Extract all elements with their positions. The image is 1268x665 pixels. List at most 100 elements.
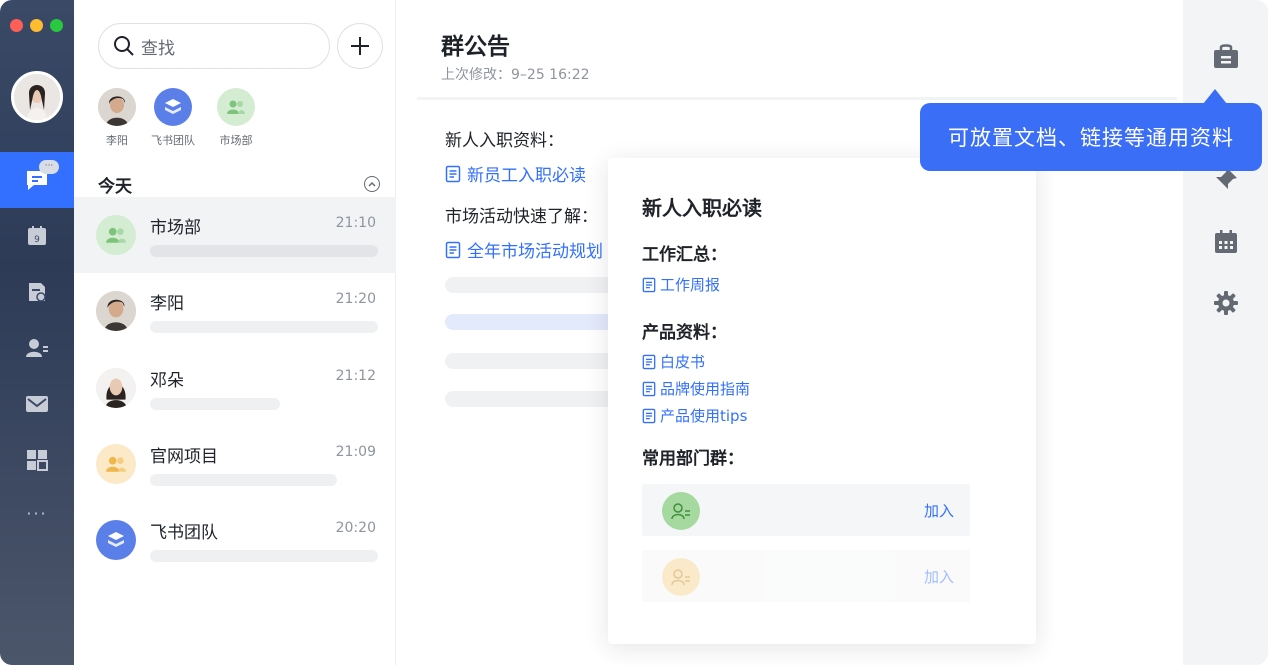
mail-icon	[26, 396, 48, 412]
svg-text:9: 9	[34, 235, 40, 245]
document-icon	[642, 381, 656, 396]
user-avatar[interactable]	[11, 71, 63, 123]
document-icon	[642, 408, 656, 423]
window-close-button[interactable]	[10, 19, 23, 32]
card-link[interactable]: 产品使用tips	[642, 405, 747, 426]
group-icon	[217, 88, 255, 126]
chat-row[interactable]: 市场部 21:10	[74, 197, 396, 273]
nav-chat[interactable]	[0, 152, 74, 208]
chat-time: 21:20	[335, 291, 376, 307]
apps-icon	[27, 450, 48, 471]
chat-row[interactable]: 邓朵 21:12	[74, 350, 396, 426]
plus-icon	[351, 37, 369, 55]
card-link[interactable]: 白皮书	[642, 351, 705, 372]
group-icon	[96, 215, 136, 255]
announcement-icon	[1214, 44, 1238, 68]
chat-title: 邓朵	[150, 371, 184, 391]
document-icon	[445, 241, 461, 258]
nav-mail[interactable]	[0, 376, 74, 432]
join-group-button[interactable]: 加入	[924, 500, 954, 521]
doc-preview-card: 新人入职必读 工作汇总： 工作周报 产品资料： 白皮书 品牌使用指南 产品使用t…	[608, 158, 1036, 644]
chat-title: 市场部	[150, 218, 201, 238]
group-icon	[662, 558, 700, 596]
pinned-contact-feishu-team[interactable]: 飞书团队	[143, 88, 203, 148]
calendar-icon: 9	[28, 226, 46, 245]
document-icon	[642, 277, 656, 292]
group-icon	[96, 444, 136, 484]
chat-time: 21:12	[335, 368, 376, 384]
nav-rail: ··· 9 ···	[0, 0, 74, 665]
section-title: 今天	[98, 177, 132, 197]
nav-contacts[interactable]	[0, 320, 74, 376]
page-title: 群公告	[441, 34, 510, 60]
doc-title: 新员工入职必读	[467, 166, 586, 186]
window-zoom-button[interactable]	[50, 19, 63, 32]
chat-title: 官网项目	[150, 447, 218, 467]
content-placeholder	[445, 391, 615, 407]
tooltip-arrow	[1203, 89, 1227, 104]
pinned-contact-marketing[interactable]: 市场部	[206, 88, 266, 148]
doc-link[interactable]: 全年市场活动规划	[445, 237, 603, 262]
message-preview-placeholder	[150, 398, 280, 410]
card-heading: 常用部门群：	[642, 449, 744, 469]
last-modified: 上次修改：9–25 16:22	[441, 67, 590, 83]
link-text: 品牌使用指南	[660, 380, 751, 398]
calendar-icon	[1215, 230, 1237, 253]
new-chat-button[interactable]	[337, 23, 383, 69]
docs-icon	[29, 283, 46, 302]
chat-title: 李阳	[150, 294, 184, 314]
collapse-section-button[interactable]	[364, 176, 380, 192]
join-group-button[interactable]: 加入	[924, 566, 954, 587]
card-title: 新人入职必读	[642, 196, 762, 220]
doc-title: 全年市场活动规划	[467, 242, 603, 262]
search-input[interactable]: 查找	[98, 23, 330, 69]
doc-link[interactable]: 新员工入职必读	[445, 161, 586, 186]
content-placeholder	[445, 277, 615, 293]
message-preview-placeholder	[150, 245, 378, 257]
window-minimize-button[interactable]	[30, 19, 43, 32]
nav-apps[interactable]	[0, 432, 74, 488]
pinned-name: 市场部	[219, 134, 253, 147]
avatar	[96, 291, 136, 331]
contacts-icon	[26, 339, 48, 357]
app-window: ··· 9 ··· 查找 李阳 飞书团队 市场部 今天 市场部 21:10 李阳…	[0, 0, 1268, 665]
more-apps-button[interactable]: ···	[0, 504, 74, 523]
avatar	[96, 368, 136, 408]
cube-icon	[154, 88, 192, 126]
document-icon	[445, 165, 461, 182]
section-heading: 新人入职资料：	[445, 131, 564, 151]
link-text: 工作周报	[660, 276, 721, 294]
pinned-contact-liyang[interactable]: 李阳	[87, 88, 147, 148]
chat-row[interactable]: 官网项目 21:09	[74, 426, 396, 502]
chevron-up-icon	[368, 181, 376, 187]
cube-icon	[96, 520, 136, 560]
document-icon	[642, 354, 656, 369]
nav-docs[interactable]	[0, 264, 74, 320]
section-heading: 市场活动快速了解：	[445, 207, 598, 227]
announcement-button[interactable]	[1211, 41, 1241, 71]
message-preview-placeholder	[150, 474, 337, 486]
group-entry: 加入	[642, 484, 970, 536]
search-placeholder: 查找	[141, 38, 175, 59]
card-link[interactable]: 品牌使用指南	[642, 378, 750, 399]
card-heading: 工作汇总：	[642, 245, 727, 265]
content-placeholder	[445, 353, 615, 369]
settings-button[interactable]	[1211, 288, 1241, 318]
card-link[interactable]: 工作周报	[642, 274, 720, 295]
pinned-name: 李阳	[106, 134, 128, 147]
unread-badge: ···	[39, 160, 59, 174]
avatar	[98, 88, 136, 126]
chat-row[interactable]: 飞书团队 20:20	[74, 502, 396, 578]
nav-calendar[interactable]: 9	[0, 208, 74, 264]
chat-time: 20:20	[335, 520, 376, 536]
link-text: 白皮书	[660, 353, 706, 371]
calendar-button[interactable]	[1211, 227, 1241, 257]
chat-list-panel: 查找 李阳 飞书团队 市场部 今天 市场部 21:10 李阳 21:20 邓朵 …	[74, 0, 396, 665]
content-placeholder	[445, 314, 615, 330]
chat-title: 飞书团队	[150, 523, 218, 543]
link-text: 产品使用tips	[660, 407, 748, 425]
card-heading: 产品资料：	[642, 323, 727, 343]
chat-row[interactable]: 李阳 21:20	[74, 273, 396, 349]
tooltip: 可放置文档、链接等通用资料	[920, 103, 1262, 171]
message-preview-placeholder	[150, 321, 378, 333]
